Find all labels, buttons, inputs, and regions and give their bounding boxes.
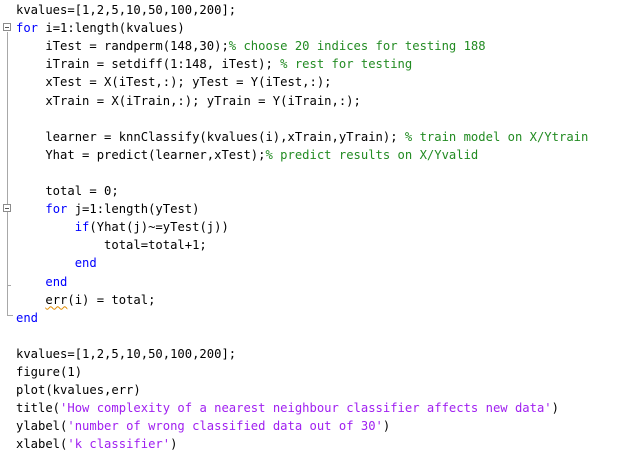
code-token: Yhat = predict(learner,xTest); xyxy=(16,147,266,162)
code-token: ) xyxy=(551,401,559,416)
string-token: 'How complexity of a nearest neighbour c… xyxy=(60,401,552,416)
code-line[interactable]: total=total+1; xyxy=(16,236,207,254)
code-line[interactable]: if(Yhat(j)~=yTest(j)) xyxy=(16,218,229,236)
code-line[interactable]: kvalues=[1,2,5,10,50,100,200]; xyxy=(16,1,236,19)
keyword-token: end xyxy=(74,256,97,271)
keyword-token: end xyxy=(16,310,39,325)
fold-end-marker xyxy=(7,315,13,316)
code-token: ylabel( xyxy=(16,419,68,434)
code-token: kvalues=[1,2,5,10,50,100,200]; xyxy=(16,346,237,361)
comment-token: % train model on X/Ytrain xyxy=(404,129,589,144)
code-line[interactable]: for j=1:length(yTest) xyxy=(16,200,199,218)
fold-line xyxy=(7,32,8,315)
warning-token: err xyxy=(45,292,68,307)
code-line[interactable]: iTrain = setdiff(1:148, iTest); % rest f… xyxy=(16,55,412,73)
code-token: iTest = randperm(148,30); xyxy=(16,39,229,54)
code-line[interactable]: iTest = randperm(148,30);% choose 20 ind… xyxy=(16,37,486,55)
code-token: ) xyxy=(382,419,391,434)
code-token: xlabel( xyxy=(16,437,68,452)
code-line[interactable]: figure(1) xyxy=(16,363,82,381)
code-token: xTrain = X(iTrain,:); yTrain = Y(iTrain,… xyxy=(16,93,361,108)
string-token: 'number of wrong classified data out of … xyxy=(67,419,383,434)
fold-end-marker xyxy=(7,285,11,286)
code-token: ) xyxy=(170,437,178,452)
code-line[interactable]: xTest = X(iTest,:); yTest = Y(iTest,:); xyxy=(16,73,332,91)
code-token: kvalues=[1,2,5,10,50,100,200]; xyxy=(16,3,237,17)
code-line[interactable]: Yhat = predict(learner,xTest);% predict … xyxy=(16,146,478,164)
code-line[interactable]: xlabel('k classifier') xyxy=(16,435,177,453)
code-line[interactable]: err(i) = total; xyxy=(16,291,155,309)
code-line[interactable]: ylabel('number of wrong classified data … xyxy=(16,417,390,435)
code-line[interactable]: plot(kvalues,err) xyxy=(16,381,141,399)
code-token: total = 0; xyxy=(16,184,119,198)
keyword-token: for xyxy=(45,202,75,217)
code-line[interactable]: learner = knnClassify(kvalues(i),xTrain,… xyxy=(16,128,588,146)
comment-token: % predict results on X/Yvalid xyxy=(265,147,479,162)
code-editor[interactable]: kvalues=[1,2,5,10,50,100,200]; for i=1:le… xyxy=(0,0,638,452)
keyword-token: for xyxy=(16,21,46,36)
keyword-token: if xyxy=(74,220,90,235)
code-line[interactable]: end xyxy=(16,309,38,327)
code-token: title( xyxy=(16,401,61,416)
code-token: xTest = X(iTest,:); yTest = Y(iTest,:); xyxy=(16,75,332,90)
code-line[interactable]: end xyxy=(16,273,67,291)
code-line[interactable]: total = 0; xyxy=(16,182,119,200)
code-token: learner = knnClassify(kvalues(i),xTrain,… xyxy=(16,129,405,144)
code-token: total=total+1; xyxy=(16,238,207,253)
code-line[interactable]: end xyxy=(16,254,97,272)
code-line[interactable]: for i=1:length(kvalues) xyxy=(16,19,185,37)
code-token: plot(kvalues,err) xyxy=(16,383,141,398)
code-token: figure(1) xyxy=(16,365,83,379)
code-token: j=1:length(yTest) xyxy=(74,202,200,217)
string-token: 'k classifier' xyxy=(67,437,171,452)
comment-token: % rest for testing xyxy=(280,57,413,72)
code-line[interactable]: xTrain = X(iTrain,:); yTrain = Y(iTrain,… xyxy=(16,92,361,110)
fold-toggle-for-i-icon[interactable] xyxy=(3,23,11,31)
keyword-token: end xyxy=(45,274,68,289)
code-line[interactable]: title('How complexity of a nearest neigh… xyxy=(16,399,559,417)
code-token: i=1:length(kvalues) xyxy=(45,21,185,36)
comment-token: % choose 20 indices for testing 188 xyxy=(228,39,486,54)
fold-gutter xyxy=(0,0,14,452)
code-token: (Yhat(j)~=yTest(j)) xyxy=(89,220,229,235)
fold-toggle-for-j-icon[interactable] xyxy=(3,204,11,212)
code-line[interactable]: kvalues=[1,2,5,10,50,100,200]; xyxy=(16,345,236,363)
code-token: (i) = total; xyxy=(67,292,156,307)
code-token: iTrain = setdiff(1:148, iTest); xyxy=(16,57,281,72)
